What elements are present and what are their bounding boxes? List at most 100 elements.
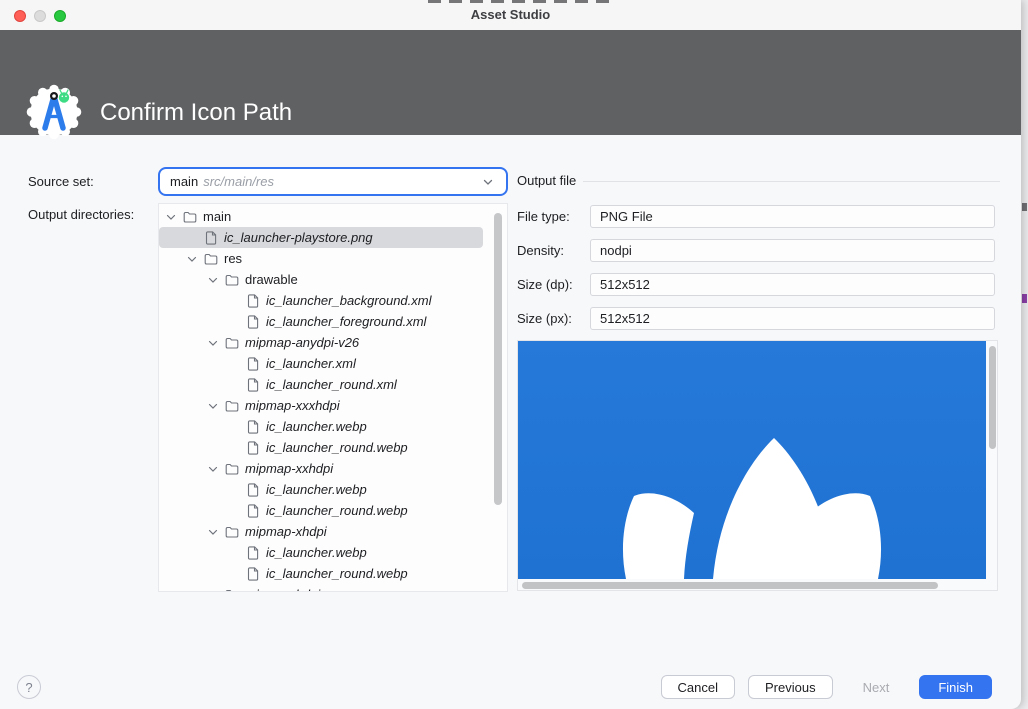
- dialog-buttons: Cancel Previous Next Finish: [661, 675, 992, 699]
- file-icon: [245, 482, 261, 498]
- finish-button[interactable]: Finish: [919, 675, 992, 699]
- chevron-down-icon[interactable]: [205, 335, 221, 351]
- tree-item-label: ic_launcher.webp: [264, 545, 367, 560]
- tree-item-label: ic_launcher_background.xml: [264, 293, 431, 308]
- tree-item-label: main: [201, 209, 231, 224]
- chevron-down-icon[interactable]: [205, 524, 221, 540]
- tree-item-label: mipmap-xxxhdpi: [243, 398, 340, 413]
- tree-item-label: res: [222, 251, 242, 266]
- window-titlebar: Asset Studio: [0, 0, 1021, 30]
- source-set-combobox[interactable]: main src/main/res: [158, 167, 508, 196]
- tree-row[interactable]: ic_launcher_round.webp: [159, 563, 483, 584]
- tree-row[interactable]: ic_launcher_round.xml: [159, 374, 483, 395]
- tree-row[interactable]: mipmap-xhdpi: [159, 521, 483, 542]
- folder-icon: [203, 251, 219, 267]
- field-label: Density:: [517, 243, 590, 258]
- folder-icon: [224, 587, 240, 593]
- field-label: Size (px):: [517, 311, 590, 326]
- source-set-label: Source set:: [28, 174, 94, 189]
- folder-icon: [224, 272, 240, 288]
- tree-item-label: drawable: [243, 272, 298, 287]
- field-value[interactable]: PNG File: [590, 205, 995, 228]
- field-value[interactable]: 512x512: [590, 273, 995, 296]
- file-icon: [245, 503, 261, 519]
- chevron-down-icon[interactable]: [205, 398, 221, 414]
- output-file-field: Size (px): 512x512: [517, 307, 995, 329]
- background-text-fragment: [1022, 294, 1027, 303]
- tree-row[interactable]: mipmap-anydpi-v26: [159, 332, 483, 353]
- folder-icon: [224, 335, 240, 351]
- window-title: Asset Studio: [0, 7, 1021, 22]
- preview-vertical-scrollbar[interactable]: [989, 346, 996, 449]
- file-icon: [245, 419, 261, 435]
- section-separator: [583, 181, 1000, 182]
- clipped-background-text: [428, 0, 616, 3]
- tree-row[interactable]: mipmap-xxxhdpi: [159, 395, 483, 416]
- chevron-down-icon[interactable]: [205, 461, 221, 477]
- file-icon: [245, 377, 261, 393]
- output-file-field: Density: nodpi: [517, 239, 995, 261]
- icon-preview-image: [518, 341, 986, 579]
- folder-icon: [224, 461, 240, 477]
- tree-item-label: ic_launcher_foreground.xml: [264, 314, 426, 329]
- tree-item-label: ic_launcher.xml: [264, 356, 356, 371]
- chevron-down-icon[interactable]: [205, 272, 221, 288]
- field-label: Size (dp):: [517, 277, 590, 292]
- tree-scrollbar[interactable]: [494, 213, 502, 505]
- background-window-strip: [1020, 0, 1028, 709]
- file-icon: [245, 545, 261, 561]
- tree-row[interactable]: mipmap-hdpi: [159, 584, 483, 592]
- output-file-field: Size (dp): 512x512: [517, 273, 995, 295]
- screen: Asset Studio: [0, 0, 1028, 709]
- next-button[interactable]: Next: [846, 675, 907, 699]
- output-file-field: File type: PNG File: [517, 205, 995, 227]
- tree-row[interactable]: ic_launcher_foreground.xml: [159, 311, 483, 332]
- output-directories-label: Output directories:: [28, 207, 134, 222]
- tree-row[interactable]: ic_launcher.webp: [159, 479, 483, 500]
- tree-item-label: ic_launcher_round.webp: [264, 566, 408, 581]
- chevron-down-icon[interactable]: [184, 251, 200, 267]
- output-file-section-title: Output file: [517, 173, 576, 188]
- tree-row[interactable]: main: [159, 206, 483, 227]
- asset-studio-dialog: Asset Studio: [0, 0, 1021, 709]
- file-icon: [245, 293, 261, 309]
- tree-row[interactable]: ic_launcher_round.webp: [159, 500, 483, 521]
- tree-row[interactable]: ic_launcher.xml: [159, 353, 483, 374]
- previous-button[interactable]: Previous: [748, 675, 833, 699]
- file-icon: [245, 314, 261, 330]
- chevron-down-icon[interactable]: [205, 587, 221, 593]
- file-icon: [245, 566, 261, 582]
- android-studio-icon: [26, 84, 82, 140]
- tree-item-label: ic_launcher_round.webp: [264, 440, 408, 455]
- cancel-button[interactable]: Cancel: [661, 675, 735, 699]
- chevron-down-icon: [480, 174, 496, 190]
- field-value[interactable]: nodpi: [590, 239, 995, 262]
- tree-row[interactable]: ic_launcher_round.webp: [159, 437, 483, 458]
- tree-row[interactable]: drawable: [159, 269, 483, 290]
- tree-row[interactable]: ic_launcher-playstore.png: [159, 227, 483, 248]
- tree-row[interactable]: ic_launcher.webp: [159, 416, 483, 437]
- output-file-fields: File type: PNG File Density: nodpi Size …: [517, 205, 995, 329]
- file-icon: [203, 230, 219, 246]
- folder-icon: [224, 524, 240, 540]
- chevron-down-icon[interactable]: [163, 209, 179, 225]
- tree-item-label: ic_launcher_round.webp: [264, 503, 408, 518]
- preview-panel: [517, 340, 998, 591]
- tree-item-label: ic_launcher.webp: [264, 419, 367, 434]
- field-label: File type:: [517, 209, 590, 224]
- tree-item-label: mipmap-anydpi-v26: [243, 335, 359, 350]
- field-value[interactable]: 512x512: [590, 307, 995, 330]
- preview-horizontal-scrollbar[interactable]: [522, 582, 938, 589]
- tree-row[interactable]: mipmap-xxhdpi: [159, 458, 483, 479]
- banner: Confirm Icon Path: [0, 30, 1021, 135]
- source-set-value: main: [170, 174, 198, 189]
- tree-row[interactable]: res: [159, 248, 483, 269]
- tree-item-label: ic_launcher_round.xml: [264, 377, 397, 392]
- file-icon: [245, 440, 261, 456]
- tree-row[interactable]: ic_launcher.webp: [159, 542, 483, 563]
- tree-item-label: ic_launcher.webp: [264, 482, 367, 497]
- tree-row[interactable]: ic_launcher_background.xml: [159, 290, 483, 311]
- tree-item-label: mipmap-hdpi: [243, 587, 320, 592]
- help-button[interactable]: ?: [17, 675, 41, 699]
- output-directories-tree[interactable]: main ic_launcher-playstore.png res: [158, 203, 508, 592]
